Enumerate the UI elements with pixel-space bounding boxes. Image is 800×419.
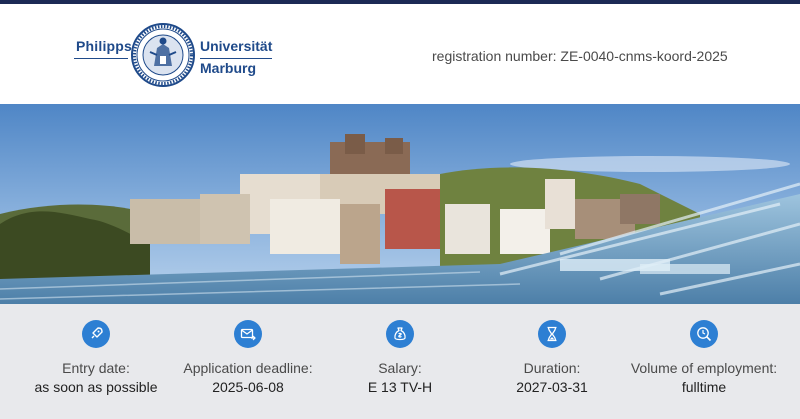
hourglass-icon [538,320,566,348]
info-entry-date: Entry date: as soon as possible [21,320,171,397]
registration-number: registration number: ZE-0040-cnms-koord-… [432,48,728,64]
logo-word-philipps: Philipps [76,38,133,54]
info-salary: Salary: E 13 TV-H [325,320,475,397]
info-duration: Duration: 2027-03-31 [477,320,627,397]
info-value: 2027-03-31 [516,379,588,395]
info-label: Salary: [378,360,422,376]
info-value: as soon as possible [34,379,158,395]
university-seal-icon [131,23,195,87]
info-volume-of-employment: Volume of employment: fulltime [629,320,779,397]
info-value: 2025-06-08 [212,379,284,395]
page-header: Philipps Universität Marburg registratio… [0,4,800,104]
mail-deadline-icon [234,320,262,348]
university-logo[interactable]: Philipps Universität Marburg [74,20,274,92]
logo-rule-right [200,58,272,59]
hero-image-marburg-old-town [0,104,800,304]
info-application-deadline: Application deadline: 2025-06-08 [173,320,323,397]
info-value: E 13 TV-H [367,379,433,395]
info-label: Duration: [523,360,581,376]
info-value: fulltime [681,379,727,395]
hero-illustration [0,104,800,304]
logo-word-marburg: Marburg [200,60,256,76]
logo-word-universitat: Universität [200,38,273,54]
info-label: Volume of employment: [630,360,778,376]
info-label: Application deadline: [183,360,313,376]
logo-rule-left [74,58,128,59]
job-info-bar: Entry date: as soon as possible Applicat… [0,304,800,419]
rocket-icon [82,320,110,348]
info-label: Entry date: [62,360,130,376]
money-bag-icon [386,320,414,348]
clock-search-icon [690,320,718,348]
